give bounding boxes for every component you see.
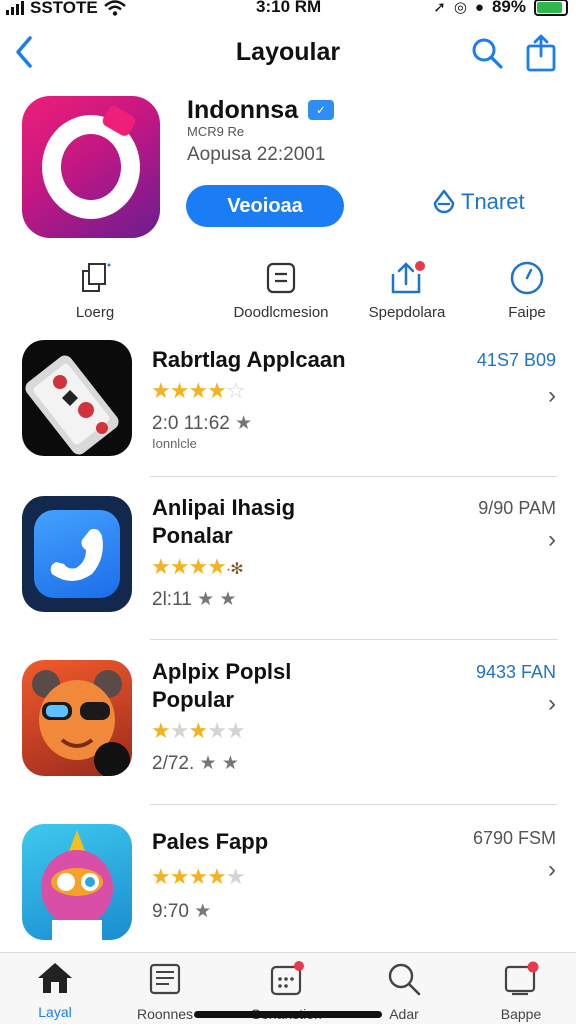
tab-bappe[interactable]: Bappe <box>471 961 571 1022</box>
featured-app-icon[interactable] <box>22 96 160 238</box>
app-list-item[interactable]: Anlipai Ihasig Ponalar 9/90 PAM › ★★★★·✻… <box>0 494 576 654</box>
app-icon <box>22 660 132 776</box>
status-time: 3:10 RM <box>256 0 322 16</box>
search-icon <box>472 38 503 69</box>
calendar-icon <box>270 961 304 996</box>
droplet-icon <box>433 189 455 214</box>
action-faipe[interactable]: Faipe <box>472 258 576 321</box>
action-label: Spepdolara <box>368 304 446 321</box>
tab-layal[interactable]: Layal <box>5 961 105 1020</box>
app-icon <box>22 824 132 940</box>
action-spepdolara[interactable]: Spepdolara <box>352 258 462 321</box>
app-name: Aplpix Poplsl Popular <box>152 659 292 712</box>
action-label: Loerg <box>75 304 115 321</box>
app-value: 9/90 PAM <box>478 498 556 518</box>
app-name: Rabrtlag Applcaan <box>152 347 346 372</box>
battery-icon <box>534 0 568 16</box>
app-name: Pales Fapp <box>152 829 269 854</box>
phone-icon <box>50 528 103 581</box>
document-icon <box>266 262 296 294</box>
star-rating: ★★★★★ <box>151 864 246 889</box>
star-rating: ★★★★★ <box>151 718 246 743</box>
upload-icon <box>391 261 425 294</box>
character-icon <box>32 670 130 776</box>
action-doodlcmesion[interactable]: Doodlcmesion <box>226 258 336 321</box>
app-rating-text: 2:0 11:62 ★ <box>152 413 253 434</box>
alarm-icon: ◎ <box>453 0 467 16</box>
divider <box>150 804 558 805</box>
featured-app-meta: Aopusa 22:2001 <box>187 144 326 165</box>
signal-icon <box>6 1 24 15</box>
app-name: Anlipai Ihasig Ponalar <box>152 495 296 548</box>
app-list-item[interactable]: Rabrtlag Applcaan 41S7 B09 › ★★★★☆ 2:0 1… <box>0 338 576 498</box>
share-icon <box>526 34 556 72</box>
star-rating: ★★★★·✻ <box>151 554 244 579</box>
chevron-right-icon: › <box>548 526 556 553</box>
app-list-item[interactable]: Aplpix Poplsl Popular 9433 FAN › ★★★★★ 2… <box>0 658 576 818</box>
share-button[interactable] <box>525 34 557 77</box>
app-value: 6790 FSM <box>472 828 556 848</box>
navigation-bar: Layoular <box>0 30 576 80</box>
copy-icon <box>82 263 111 292</box>
search-button[interactable] <box>470 36 504 75</box>
home-indicator <box>194 1011 382 1018</box>
tnaret-link[interactable]: Tnaret <box>432 189 525 215</box>
featured-app-name: Indonnsa <box>187 96 299 124</box>
action-label: Faipe <box>508 304 546 321</box>
news-icon <box>149 963 181 995</box>
home-icon <box>38 963 72 993</box>
tnaret-label: Tnaret <box>461 189 525 214</box>
phone-cards-icon <box>25 355 119 455</box>
star-rating: ★★★★☆ <box>151 378 246 403</box>
app-subtext: Ionnlcle <box>152 436 197 451</box>
divider <box>150 639 558 640</box>
divider <box>150 476 558 477</box>
featured-app-subtitle: MCR9 Re <box>187 124 245 139</box>
dnd-icon: ● <box>474 0 484 16</box>
action-label: Doodlcmesion <box>233 304 329 321</box>
wifi-icon <box>103 0 126 16</box>
search-icon <box>388 963 421 996</box>
app-value: 41S7 B09 <box>476 350 556 370</box>
location-icon: ➚ <box>433 0 446 16</box>
status-bar: SSTOTE 3:10 RM ➚ ◎ ● 89% <box>0 0 576 22</box>
app-rating-text: 2l:11 ★ ★ <box>152 589 237 610</box>
verified-badge-icon: ✓ <box>308 100 334 120</box>
bird-icon <box>41 830 113 940</box>
compass-icon <box>510 261 544 295</box>
tablet-icon <box>504 961 539 996</box>
chevron-right-icon: › <box>548 856 556 883</box>
app-value: 9433 FAN <box>475 662 556 682</box>
tab-label: Layal <box>38 1004 72 1020</box>
action-loerg[interactable]: Loerg <box>40 258 150 321</box>
app-icon <box>22 496 132 612</box>
battery-percent: 89% <box>491 0 526 16</box>
app-rating-text: 9:70 ★ <box>152 901 212 922</box>
get-button[interactable]: Veoioaa <box>186 185 344 227</box>
app-icon <box>22 340 132 456</box>
tab-label: Bappe <box>500 1006 542 1022</box>
app-rating-text: 2/72. ★ ★ <box>152 753 239 774</box>
chevron-right-icon: › <box>548 690 556 717</box>
chevron-right-icon: › <box>548 382 556 409</box>
carrier-label: SSTOTE <box>30 0 98 17</box>
